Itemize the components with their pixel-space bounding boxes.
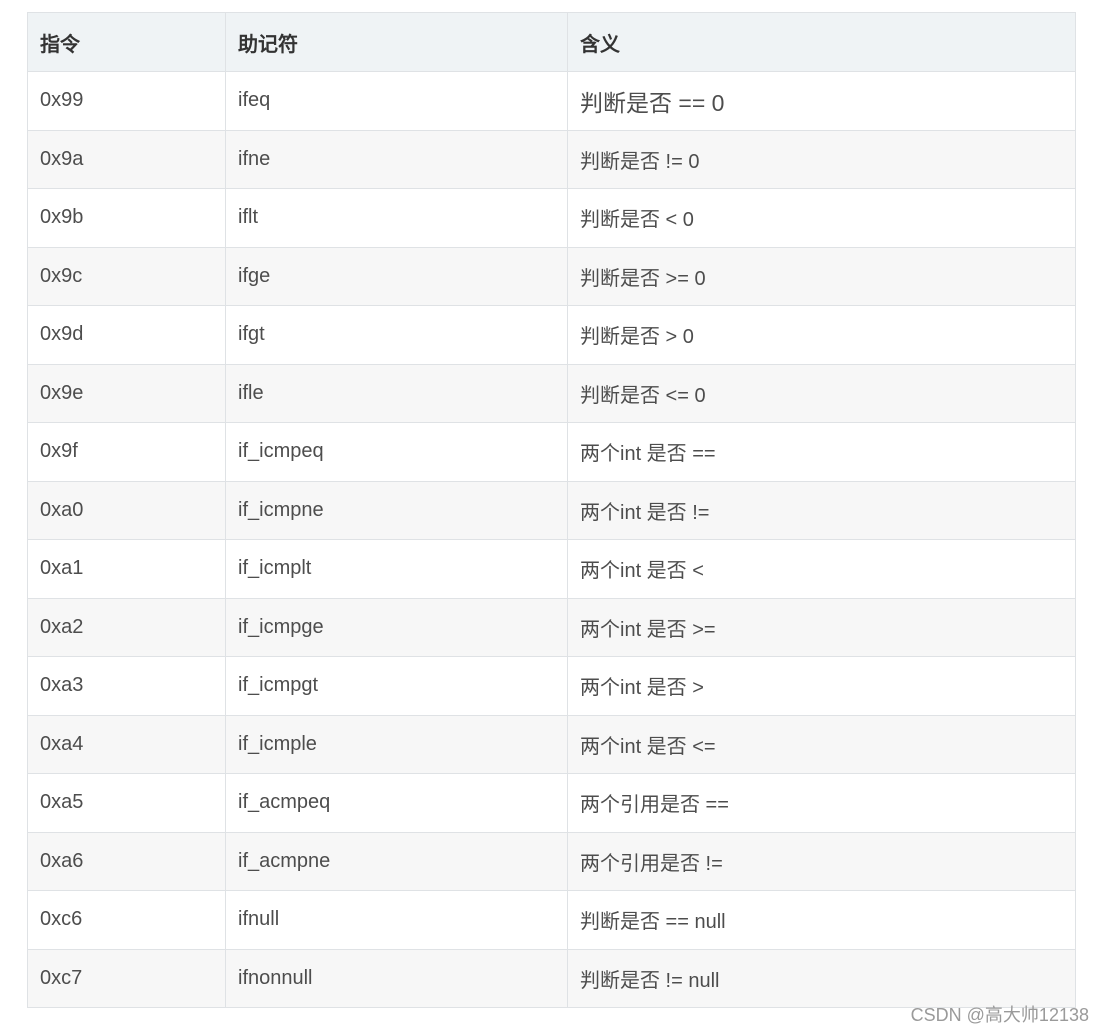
cell-meaning: 两个int 是否 ==: [567, 422, 1076, 482]
cell-meaning: 两个引用是否 !=: [567, 831, 1076, 891]
cell-opcode: 0x9c: [27, 246, 226, 306]
cell-mnemonic: if_icmpeq: [225, 422, 568, 482]
cell-meaning: 判断是否 <= 0: [567, 363, 1076, 423]
cell-meaning: 两个int 是否 >: [567, 656, 1076, 716]
table-body: 0x99 ifeq 判断是否 == 0 0x9a ifne 判断是否 != 0 …: [27, 71, 1076, 1008]
table-row: 0xa6 if_acmpne 两个引用是否 !=: [27, 831, 1076, 891]
cell-meaning: 判断是否 != null: [567, 948, 1076, 1008]
cell-mnemonic: ifge: [225, 246, 568, 306]
table-row: 0xc7 ifnonnull 判断是否 != null: [27, 948, 1076, 1008]
cell-opcode: 0xa4: [27, 714, 226, 774]
header-mnemonic: 助记符: [225, 12, 568, 72]
cell-mnemonic: ifnonnull: [225, 948, 568, 1008]
cell-meaning: 两个引用是否 ==: [567, 773, 1076, 833]
cell-opcode: 0x9d: [27, 305, 226, 365]
cell-opcode: 0x9e: [27, 363, 226, 423]
table-row: 0xa4 if_icmple 两个int 是否 <=: [27, 714, 1076, 774]
table-row: 0xc6 ifnull 判断是否 == null: [27, 890, 1076, 950]
cell-mnemonic: if_icmpge: [225, 597, 568, 657]
table-row: 0x9a ifne 判断是否 != 0: [27, 129, 1076, 189]
table-row: 0x9b iflt 判断是否 < 0: [27, 188, 1076, 248]
cell-opcode: 0x9f: [27, 422, 226, 482]
cell-mnemonic: if_acmpne: [225, 831, 568, 891]
cell-meaning: 两个int 是否 >=: [567, 597, 1076, 657]
cell-opcode: 0xc6: [27, 890, 226, 950]
cell-mnemonic: if_icmpne: [225, 480, 568, 540]
table-row: 0x9e ifle 判断是否 <= 0: [27, 363, 1076, 423]
cell-mnemonic: if_icmplt: [225, 539, 568, 599]
cell-mnemonic: ifeq: [225, 71, 568, 131]
cell-meaning: 判断是否 != 0: [567, 129, 1076, 189]
table-row: 0xa0 if_icmpne 两个int 是否 !=: [27, 480, 1076, 540]
cell-opcode: 0xa1: [27, 539, 226, 599]
cell-meaning: 两个int 是否 !=: [567, 480, 1076, 540]
table-row: 0xa2 if_icmpge 两个int 是否 >=: [27, 597, 1076, 657]
cell-opcode: 0xc7: [27, 948, 226, 1008]
cell-meaning: 两个int 是否 <=: [567, 714, 1076, 774]
cell-opcode: 0xa3: [27, 656, 226, 716]
header-row: 指令 助记符 含义: [27, 12, 1076, 72]
cell-meaning: 判断是否 == null: [567, 890, 1076, 950]
cell-mnemonic: if_icmple: [225, 714, 568, 774]
table-row: 0x9f if_icmpeq 两个int 是否 ==: [27, 422, 1076, 482]
table-row: 0xa5 if_acmpeq 两个引用是否 ==: [27, 773, 1076, 833]
cell-meaning: 判断是否 == 0: [567, 71, 1076, 131]
table-header: 指令 助记符 含义: [27, 12, 1076, 72]
table-row: 0x9c ifge 判断是否 >= 0: [27, 246, 1076, 306]
cell-meaning: 两个int 是否 <: [567, 539, 1076, 599]
cell-meaning: 判断是否 >= 0: [567, 246, 1076, 306]
cell-opcode: 0x99: [27, 71, 226, 131]
cell-mnemonic: ifgt: [225, 305, 568, 365]
cell-mnemonic: ifle: [225, 363, 568, 423]
header-opcode: 指令: [27, 12, 226, 72]
cell-mnemonic: if_icmpgt: [225, 656, 568, 716]
csdn-watermark: CSDN @高大帅12138: [910, 1005, 1089, 1025]
table-row: 0x99 ifeq 判断是否 == 0: [27, 71, 1076, 131]
table-row: 0x9d ifgt 判断是否 > 0: [27, 305, 1076, 365]
cell-opcode: 0xa2: [27, 597, 226, 657]
cell-opcode: 0x9a: [27, 129, 226, 189]
instruction-table: 指令 助记符 含义 0x99 ifeq 判断是否 == 0 0x9a ifne …: [27, 12, 1076, 1008]
table-row: 0xa1 if_icmplt 两个int 是否 <: [27, 539, 1076, 599]
header-meaning: 含义: [567, 12, 1076, 72]
instruction-table-container: 指令 助记符 含义 0x99 ifeq 判断是否 == 0 0x9a ifne …: [27, 12, 1076, 1008]
cell-mnemonic: ifnull: [225, 890, 568, 950]
cell-mnemonic: if_acmpeq: [225, 773, 568, 833]
cell-opcode: 0x9b: [27, 188, 226, 248]
cell-opcode: 0xa5: [27, 773, 226, 833]
cell-meaning: 判断是否 > 0: [567, 305, 1076, 365]
table-row: 0xa3 if_icmpgt 两个int 是否 >: [27, 656, 1076, 716]
cell-meaning: 判断是否 < 0: [567, 188, 1076, 248]
cell-mnemonic: ifne: [225, 129, 568, 189]
cell-mnemonic: iflt: [225, 188, 568, 248]
cell-opcode: 0xa6: [27, 831, 226, 891]
cell-opcode: 0xa0: [27, 480, 226, 540]
